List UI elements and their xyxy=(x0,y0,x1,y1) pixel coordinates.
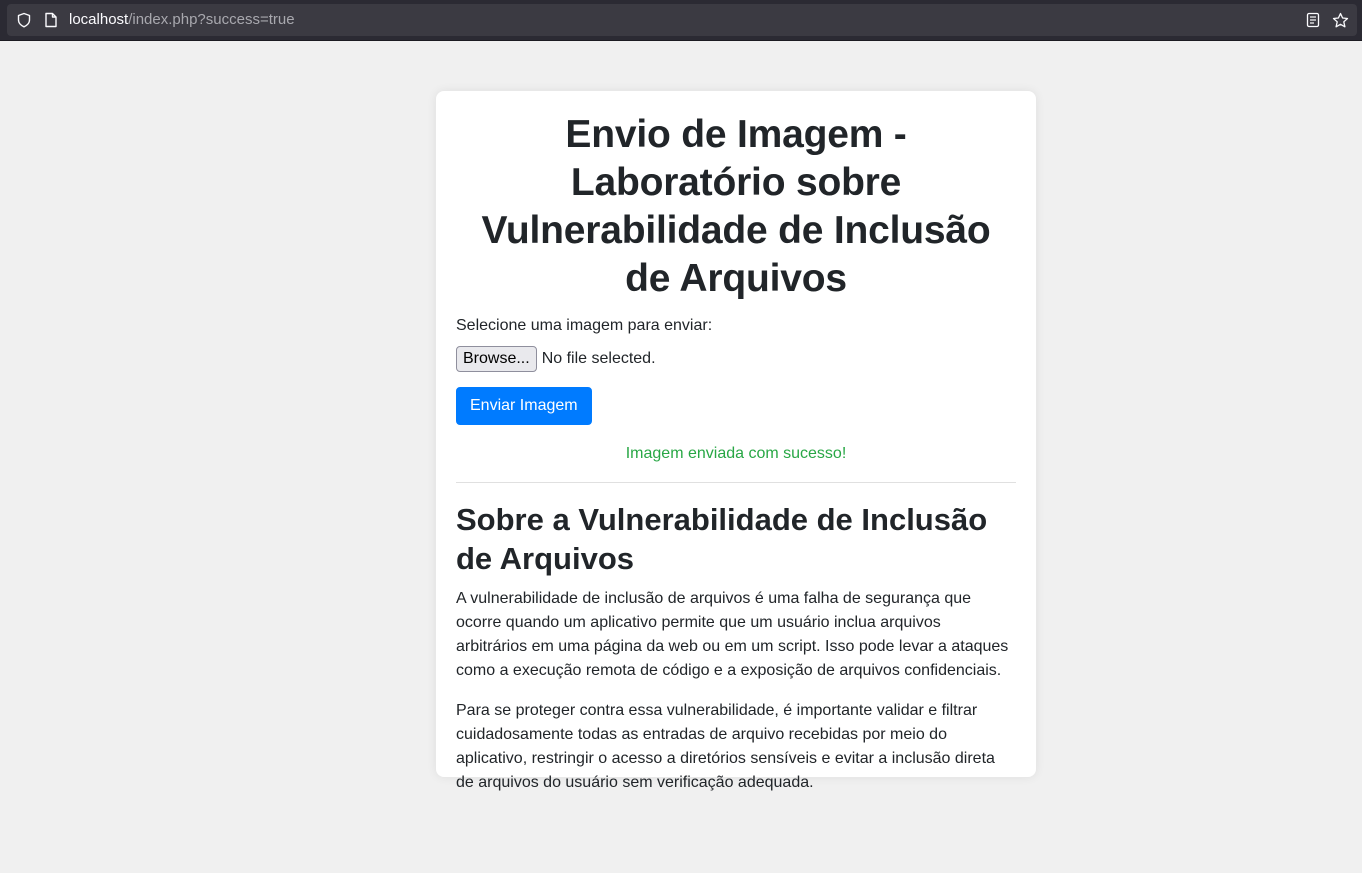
shield-icon[interactable] xyxy=(15,4,33,36)
divider xyxy=(456,482,1016,483)
browse-button[interactable]: Browse... xyxy=(456,346,537,372)
url-text[interactable]: localhost/index.php?success=true xyxy=(69,4,295,36)
upload-card: Envio de Imagem - Laboratório sobre Vuln… xyxy=(436,91,1036,791)
url-path: /index.php?success=true xyxy=(128,11,295,28)
reader-view-icon[interactable] xyxy=(1305,4,1321,36)
success-message: Imagem enviada com sucesso! xyxy=(625,445,847,462)
file-input[interactable]: Browse... No file selected. xyxy=(456,346,1016,372)
description-paragraph-1: A vulnerabilidade de inclusão de arquivo… xyxy=(456,590,1009,679)
url-host: localhost xyxy=(69,11,129,28)
description-paragraph-2: Para se proteger contra essa vulnerabili… xyxy=(456,702,995,791)
upload-label: Selecione uma imagem para enviar: xyxy=(456,317,713,334)
file-status: No file selected. xyxy=(541,350,656,367)
submit-image-button[interactable]: Enviar Imagem xyxy=(456,387,592,425)
bookmark-star-icon[interactable] xyxy=(1331,4,1349,36)
page-icon xyxy=(43,4,59,36)
upload-form: Selecione uma imagem para enviar: Browse… xyxy=(456,314,1016,425)
browser-toolbar: localhost/index.php?success=true xyxy=(0,0,1362,41)
page-title: Envio de Imagem - Laboratório sobre Vuln… xyxy=(481,113,991,300)
address-bar[interactable]: localhost/index.php?success=true xyxy=(7,4,1357,36)
section-title: Sobre a Vulnerabilidade de Inclusão de A… xyxy=(456,502,988,576)
